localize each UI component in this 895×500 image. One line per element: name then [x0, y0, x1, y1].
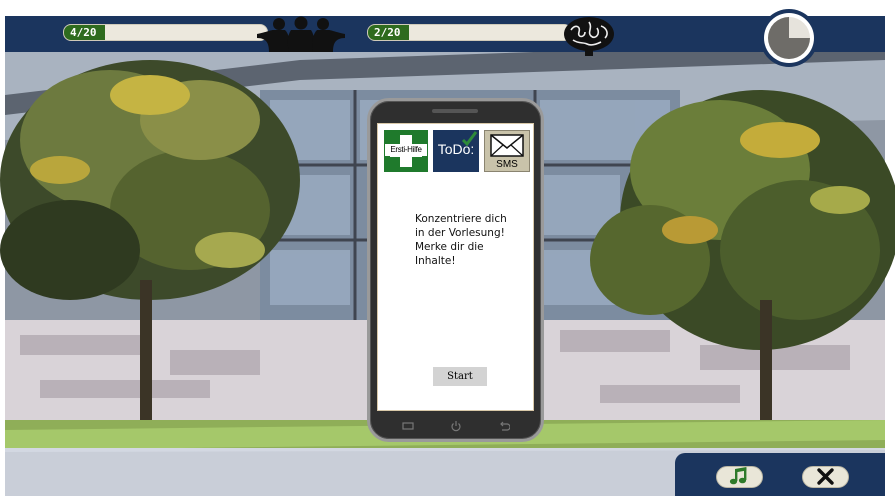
people-group-icon — [257, 16, 345, 52]
brain-meter: 2/20 — [367, 24, 572, 41]
close-icon — [817, 468, 834, 485]
close-button[interactable] — [802, 466, 849, 488]
phone-earpiece — [432, 109, 478, 113]
social-meter: 4/20 — [63, 24, 268, 41]
first-aid-app-label: Ersti-Hilfe — [385, 144, 427, 156]
message-line: Konzentriere dich — [415, 213, 507, 225]
sms-app-button[interactable]: SMS — [484, 130, 530, 172]
music-toggle-button[interactable] — [716, 466, 763, 488]
control-panel — [675, 453, 885, 496]
recent-apps-icon[interactable] — [402, 421, 414, 431]
phone-soft-keys — [370, 415, 541, 437]
power-icon[interactable] — [450, 420, 462, 432]
envelope-icon — [490, 134, 524, 157]
social-meter-label: 4/20 — [70, 26, 97, 39]
back-icon[interactable] — [498, 421, 510, 431]
task-message: Konzentriere dich in der Vorlesung! Merk… — [415, 212, 525, 268]
app-bar: Ersti-Hilfe ToDo: SMS — [384, 130, 530, 172]
brain-meter-label: 2/20 — [374, 26, 401, 39]
round-timer-icon — [764, 13, 814, 63]
message-line: Inhalte! — [415, 255, 456, 267]
round-timer — [760, 9, 818, 67]
music-note-icon — [729, 467, 747, 485]
todo-app-button[interactable]: ToDo: — [433, 130, 479, 172]
message-line: Merke dir die — [415, 241, 484, 253]
first-aid-app-button[interactable]: Ersti-Hilfe — [384, 130, 428, 172]
status-bar: 4/20 2/20 — [5, 16, 885, 56]
sms-app-label: SMS — [496, 159, 518, 170]
phone-screen: Ersti-Hilfe ToDo: SMS Konzentriere dich … — [377, 123, 534, 411]
message-line: in der Vorlesung! — [415, 227, 505, 239]
smartphone: Ersti-Hilfe ToDo: SMS Konzentriere dich … — [367, 98, 544, 442]
brain-icon — [564, 17, 614, 56]
todo-app-label: ToDo: — [437, 141, 475, 157]
start-button[interactable]: Start — [433, 367, 487, 386]
